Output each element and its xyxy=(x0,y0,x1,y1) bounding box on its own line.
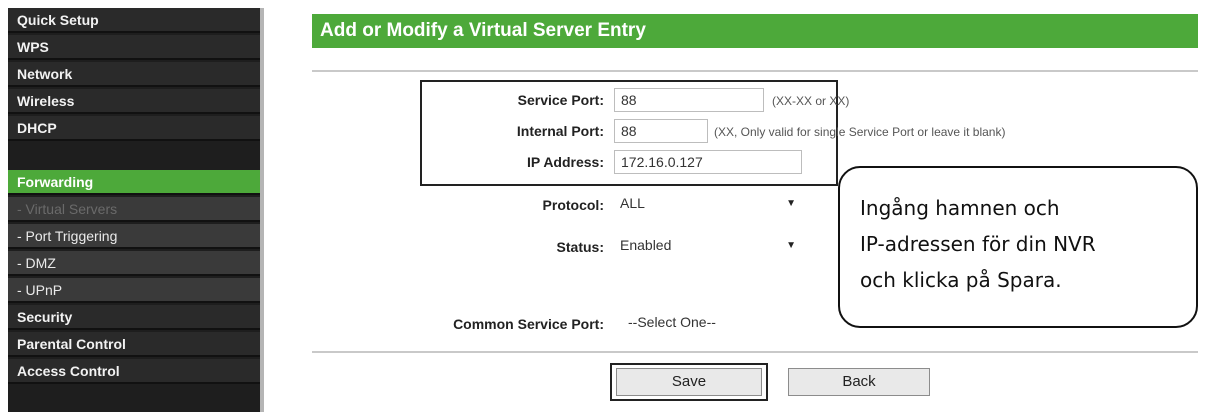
internal-port-hint: (XX, Only valid for single Service Port … xyxy=(714,125,1006,139)
status-label: Status: xyxy=(556,239,604,255)
common-service-port-value: --Select One-- xyxy=(628,314,716,330)
sidebar-item-security[interactable]: Security xyxy=(8,305,260,330)
sidebar-nav: Quick Setup WPS Network Wireless DHCP Fo… xyxy=(8,8,260,412)
service-port-hint: (XX-XX or XX) xyxy=(772,94,850,108)
sidebar-subitem-port-triggering[interactable]: - Port Triggering xyxy=(8,224,260,249)
callout-line-1: Ingång hamnen och xyxy=(860,196,1060,220)
sidebar-item-forwarding[interactable]: Forwarding xyxy=(8,170,260,195)
back-button[interactable]: Back xyxy=(788,368,930,396)
callout-line-2: IP-adressen för din NVR xyxy=(860,232,1096,256)
page-title: Add or Modify a Virtual Server Entry xyxy=(320,20,646,41)
sidebar-item-parental-control[interactable]: Parental Control xyxy=(8,332,260,357)
sidebar-item-access-control[interactable]: Access Control xyxy=(8,359,260,384)
sidebar-item-quick-setup[interactable]: Quick Setup xyxy=(8,8,260,33)
chevron-down-icon: ▼ xyxy=(786,240,796,251)
protocol-label: Protocol: xyxy=(542,197,604,213)
callout-line-3: och klicka på Spara. xyxy=(860,268,1062,292)
ip-address-label: IP Address: xyxy=(526,154,604,170)
top-divider xyxy=(312,70,1198,72)
bottom-divider xyxy=(312,351,1198,353)
internal-port-input[interactable] xyxy=(614,119,708,143)
sidebar-item-dhcp[interactable]: DHCP xyxy=(8,116,260,141)
sidebar-item-network[interactable]: Network xyxy=(8,62,260,87)
service-port-label: Service Port: xyxy=(517,92,604,108)
sidebar-subitem-upnp[interactable]: - UPnP xyxy=(8,278,260,303)
common-service-port-label: Common Service Port: xyxy=(453,316,604,332)
sidebar-subitem-virtual-servers[interactable]: - Virtual Servers xyxy=(8,197,260,222)
instruction-callout: Ingång hamnen och IP-adressen för din NV… xyxy=(838,166,1198,328)
protocol-select[interactable]: ALL ▼ xyxy=(614,193,804,217)
sidebar-item-wireless[interactable]: Wireless xyxy=(8,89,260,114)
internal-port-label: Internal Port: xyxy=(516,123,604,139)
common-service-port-select[interactable]: --Select One-- xyxy=(622,312,832,336)
sidebar-subitem-dmz[interactable]: - DMZ xyxy=(8,251,260,276)
page-title-bar: Add or Modify a Virtual Server Entry xyxy=(312,14,1198,48)
ip-address-input[interactable] xyxy=(614,150,802,174)
status-value: Enabled xyxy=(620,237,672,253)
sidebar-item-wps[interactable]: WPS xyxy=(8,35,260,60)
chevron-down-icon: ▼ xyxy=(786,198,796,209)
status-select[interactable]: Enabled ▼ xyxy=(614,235,804,259)
protocol-value: ALL xyxy=(620,195,645,211)
service-port-input[interactable] xyxy=(614,88,764,112)
save-button[interactable]: Save xyxy=(616,368,762,396)
